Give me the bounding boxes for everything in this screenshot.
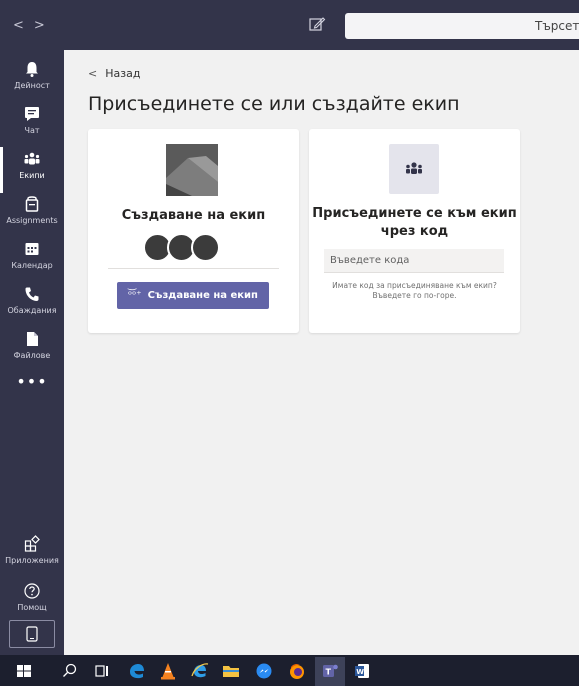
chat-icon [25,107,39,121]
rail-item-label: Файлове [13,351,51,360]
windows-taskbar: T W [0,655,579,686]
title-bar: <> Търсете и [0,0,579,50]
help-icon [24,583,40,599]
more-apps-button[interactable]: ••• [0,372,64,391]
device-icon [26,626,38,642]
task-view-icon[interactable] [92,661,112,681]
rail-item-label: Assignments [6,216,58,225]
rail-item-label: Дейност [14,81,50,90]
team-badge [389,144,439,194]
rail-item-teams[interactable]: Екипи [0,145,64,195]
ie-icon[interactable] [190,661,210,681]
back-label: Назад [105,67,141,80]
windows-start-icon[interactable] [14,661,34,681]
assignments-icon [25,196,39,212]
svg-text:W: W [356,668,364,676]
back-link[interactable]: < Назад [88,67,140,80]
edge-icon[interactable] [127,661,147,681]
rail-item-label: Чат [24,126,40,135]
compose-icon[interactable] [308,15,326,33]
join-team-card: Присъединете се към екип чрез код Имате … [309,129,520,333]
team-placeholder-image-icon [166,144,218,196]
messenger-icon[interactable] [254,661,274,681]
create-team-card: Създаване на екип ᵒ͝ᵒ⁺ Създаване на екип [88,129,299,333]
firefox-icon[interactable] [287,661,307,681]
rail-item-assignments[interactable]: Assignments [0,190,64,240]
create-team-heading: Създаване на екип [121,208,266,223]
vlc-icon[interactable] [158,661,178,681]
create-team-button-label: Създаване на екип [147,290,258,301]
search-icon[interactable] [60,661,80,681]
rail-item-files[interactable]: Файлове [0,325,64,375]
rail-item-label: Приложения [5,556,59,565]
file-icon [27,332,38,346]
join-code-hint: Имате код за присъединяване към екип? Въ… [332,281,497,300]
avatar [191,233,220,262]
search-placeholder: Търсете и [535,19,579,33]
rail-item-calendar[interactable]: Календар [0,235,64,285]
rail-item-label: Календар [11,261,53,270]
file-explorer-icon[interactable] [221,661,241,681]
word-icon[interactable]: W [352,661,372,681]
apps-icon [24,535,40,552]
back-arrow-button[interactable]: < [13,18,34,33]
rail-item-label: Обаждания [7,306,57,315]
app-rail: Дейност Чат Екипи Assignments Календар О… [0,50,64,655]
teams-app-icon[interactable]: T [320,661,340,681]
rail-item-label: Екипи [19,171,45,180]
join-team-heading: Присъединете се към екип чрез код [312,206,517,239]
rail-item-calls[interactable]: Обаждания [0,280,64,330]
bell-icon [26,62,38,77]
phone-icon [25,287,39,301]
search-input[interactable]: Търсете и [345,13,579,39]
history-nav: <> [13,18,55,33]
teams-icon [406,162,422,174]
chevron-left-icon: < [88,67,98,80]
device-button[interactable] [9,620,55,648]
team-code-input[interactable] [324,249,504,273]
rail-item-activity[interactable]: Дейност [0,55,64,105]
calendar-icon [25,243,39,255]
divider [108,268,279,269]
rail-item-chat[interactable]: Чат [0,100,64,150]
page-title: Присъединете се или създайте екип [88,93,460,115]
rail-item-label: Помощ [17,603,47,612]
svg-text:T: T [326,668,332,677]
rail-item-apps[interactable]: Приложения [0,530,64,580]
forward-arrow-button[interactable]: > [34,18,55,33]
teams-icon [24,152,40,165]
add-people-icon: ᵒ͝ᵒ⁺ [128,290,142,301]
create-team-button[interactable]: ᵒ͝ᵒ⁺ Създаване на екип [117,282,269,309]
avatar-group [143,233,243,262]
